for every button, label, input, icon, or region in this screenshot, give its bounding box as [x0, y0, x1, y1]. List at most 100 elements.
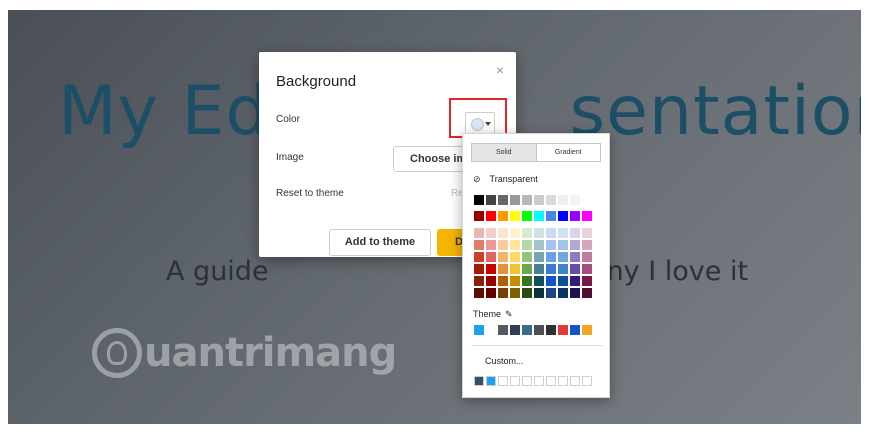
- color-swatch[interactable]: [498, 228, 508, 238]
- color-swatch[interactable]: [486, 276, 496, 286]
- add-to-theme-button[interactable]: Add to theme: [329, 229, 431, 256]
- color-swatch[interactable]: [582, 240, 592, 250]
- custom-color-swatch[interactable]: [546, 376, 556, 386]
- color-swatch[interactable]: [546, 288, 556, 298]
- color-swatch[interactable]: [474, 288, 484, 298]
- color-swatch[interactable]: [486, 288, 496, 298]
- color-swatch[interactable]: [534, 228, 544, 238]
- color-swatch[interactable]: [582, 228, 592, 238]
- color-swatch[interactable]: [546, 240, 556, 250]
- color-swatch[interactable]: [534, 252, 544, 262]
- color-swatch[interactable]: [498, 195, 508, 205]
- tab-gradient[interactable]: Gradient: [536, 144, 600, 161]
- color-swatch[interactable]: [582, 211, 592, 221]
- color-swatch[interactable]: [522, 276, 532, 286]
- color-swatch[interactable]: [486, 195, 496, 205]
- color-swatch[interactable]: [558, 288, 568, 298]
- custom-color-swatch[interactable]: [522, 376, 532, 386]
- color-swatch[interactable]: [570, 211, 580, 221]
- color-swatch[interactable]: [558, 264, 568, 274]
- color-swatch[interactable]: [558, 195, 568, 205]
- color-swatch[interactable]: [522, 264, 532, 274]
- custom-color-swatch[interactable]: [510, 376, 520, 386]
- custom-color-button[interactable]: Custom...: [485, 356, 524, 366]
- color-swatch[interactable]: [558, 211, 568, 221]
- color-swatch[interactable]: [474, 276, 484, 286]
- color-swatch[interactable]: [510, 195, 520, 205]
- color-swatch[interactable]: [474, 195, 484, 205]
- color-swatch[interactable]: [474, 252, 484, 262]
- color-swatch[interactable]: [498, 288, 508, 298]
- color-swatch[interactable]: [570, 228, 580, 238]
- color-swatch[interactable]: [522, 288, 532, 298]
- color-swatch[interactable]: [570, 276, 580, 286]
- color-swatch[interactable]: [570, 252, 580, 262]
- color-swatch[interactable]: [510, 252, 520, 262]
- color-swatch[interactable]: [498, 252, 508, 262]
- theme-color-swatch[interactable]: [582, 325, 592, 335]
- theme-color-swatch[interactable]: [570, 325, 580, 335]
- transparent-option[interactable]: ⊘ Transparent: [473, 174, 538, 185]
- theme-color-swatch[interactable]: [534, 325, 544, 335]
- close-icon[interactable]: ×: [496, 62, 504, 78]
- color-swatch[interactable]: [522, 211, 532, 221]
- color-swatch[interactable]: [510, 211, 520, 221]
- color-swatch[interactable]: [534, 264, 544, 274]
- color-swatch[interactable]: [522, 252, 532, 262]
- color-swatch[interactable]: [582, 252, 592, 262]
- color-swatch[interactable]: [534, 276, 544, 286]
- color-swatch[interactable]: [558, 240, 568, 250]
- custom-color-swatch[interactable]: [582, 376, 592, 386]
- color-swatch[interactable]: [558, 276, 568, 286]
- color-swatch[interactable]: [498, 264, 508, 274]
- custom-color-swatch[interactable]: [558, 376, 568, 386]
- color-swatch[interactable]: [570, 195, 580, 205]
- color-swatch[interactable]: [546, 276, 556, 286]
- theme-color-swatch[interactable]: [558, 325, 568, 335]
- color-swatch[interactable]: [534, 288, 544, 298]
- color-swatch[interactable]: [546, 195, 556, 205]
- color-swatch[interactable]: [510, 276, 520, 286]
- custom-color-swatch[interactable]: [534, 376, 544, 386]
- color-swatch[interactable]: [570, 288, 580, 298]
- color-swatch[interactable]: [582, 276, 592, 286]
- color-swatch[interactable]: [522, 228, 532, 238]
- color-swatch[interactable]: [486, 240, 496, 250]
- color-swatch[interactable]: [582, 195, 592, 205]
- color-swatch[interactable]: [498, 240, 508, 250]
- color-swatch[interactable]: [510, 240, 520, 250]
- color-swatch[interactable]: [534, 211, 544, 221]
- color-swatch[interactable]: [546, 264, 556, 274]
- color-swatch[interactable]: [474, 211, 484, 221]
- color-swatch[interactable]: [510, 288, 520, 298]
- theme-color-swatch[interactable]: [522, 325, 532, 335]
- color-swatch[interactable]: [522, 195, 532, 205]
- color-swatch[interactable]: [498, 276, 508, 286]
- custom-color-swatch[interactable]: [486, 376, 496, 386]
- color-swatch[interactable]: [498, 211, 508, 221]
- color-swatch[interactable]: [546, 211, 556, 221]
- color-swatch[interactable]: [546, 252, 556, 262]
- color-swatch[interactable]: [474, 264, 484, 274]
- color-swatch[interactable]: [486, 252, 496, 262]
- color-swatch[interactable]: [474, 240, 484, 250]
- color-swatch[interactable]: [486, 264, 496, 274]
- color-swatch[interactable]: [558, 228, 568, 238]
- tab-solid[interactable]: Solid: [472, 144, 537, 161]
- custom-color-swatch[interactable]: [474, 376, 484, 386]
- custom-color-swatch[interactable]: [498, 376, 508, 386]
- color-swatch[interactable]: [534, 240, 544, 250]
- theme-color-swatch[interactable]: [486, 325, 496, 335]
- color-swatch[interactable]: [570, 264, 580, 274]
- custom-color-swatch[interactable]: [570, 376, 580, 386]
- color-swatch[interactable]: [510, 264, 520, 274]
- color-swatch[interactable]: [546, 228, 556, 238]
- theme-color-swatch[interactable]: [498, 325, 508, 335]
- theme-color-swatch[interactable]: [510, 325, 520, 335]
- color-swatch[interactable]: [582, 288, 592, 298]
- color-swatch[interactable]: [534, 195, 544, 205]
- color-swatch[interactable]: [582, 264, 592, 274]
- color-swatch[interactable]: [486, 228, 496, 238]
- pencil-icon[interactable]: ✎: [505, 309, 513, 319]
- theme-color-swatch[interactable]: [474, 325, 484, 335]
